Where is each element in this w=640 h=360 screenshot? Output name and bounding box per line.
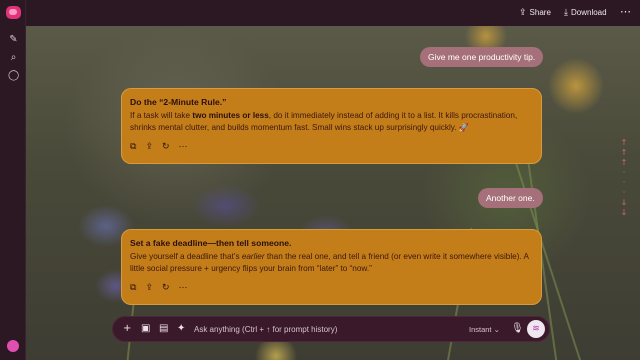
more-icon[interactable]: ⋯ <box>179 282 188 293</box>
assistant-message: Do the “2-Minute Rule.” If a task will t… <box>121 88 542 164</box>
download-button[interactable]: ⤓ Download <box>564 7 607 18</box>
more-icon[interactable]: ⋯ <box>620 5 631 18</box>
composer: + ▣ ▤ ✦ Ask anything (Ctrl + ↑ for promp… <box>112 316 550 342</box>
message-title: Do the “2-Minute Rule.” <box>130 97 227 107</box>
user-message: Give me one productivity tip. <box>420 47 544 67</box>
assistant-message: Set a fake deadline—then tell someone. G… <box>121 229 542 305</box>
message-body: If a task will take two minutes or less,… <box>130 111 518 132</box>
user-message: Another one. <box>478 188 543 208</box>
message-title: Set a fake deadline—then tell someone. <box>130 238 292 248</box>
microphone-icon[interactable]: 🎙 <box>511 323 524 334</box>
clipboard-icon[interactable]: ▤ <box>159 323 168 334</box>
regenerate-icon[interactable]: ↻ <box>162 282 170 293</box>
message-body: Give yourself a deadline that’s earlier … <box>130 252 529 273</box>
add-icon[interactable]: + <box>123 323 131 334</box>
message-actions: ⧉ ⇪ ↻ ⋯ <box>130 282 533 293</box>
voice-mode-button[interactable]: ≋ <box>527 320 545 338</box>
left-sidebar: ✎ ⌕ ◯ <box>0 0 26 360</box>
image-icon[interactable]: ▣ <box>141 323 150 334</box>
copy-icon[interactable]: ⧉ <box>130 282 136 293</box>
copy-icon[interactable]: ⧉ <box>130 141 136 152</box>
regenerate-icon[interactable]: ↻ <box>162 141 170 152</box>
background-image <box>26 26 640 360</box>
new-chat-icon[interactable]: ✎ <box>8 34 19 45</box>
mode-select[interactable]: Instant ⌄ <box>469 325 500 334</box>
download-icon: ⤓ <box>564 7 568 17</box>
top-bar: ⇪ Share ⤓ Download ⋯ <box>26 0 640 26</box>
app-logo[interactable] <box>6 6 21 19</box>
prompt-input[interactable]: Ask anything (Ctrl + ↑ for prompt histor… <box>194 325 337 334</box>
message-actions: ⧉ ⇪ ↻ ⋯ <box>130 141 533 152</box>
share-icon[interactable]: ⇪ <box>145 282 153 293</box>
sparkle-icon[interactable]: ✦ <box>177 323 185 334</box>
share-button[interactable]: ⇪ Share <box>519 7 551 18</box>
share-icon[interactable]: ⇪ <box>145 141 153 152</box>
scroll-indicator[interactable]: ↑ ↑ ↑ · · · ↓ ↓ <box>619 138 629 224</box>
chat-bubble-icon[interactable]: ◯ <box>8 70 19 81</box>
more-icon[interactable]: ⋯ <box>179 141 188 152</box>
search-icon[interactable]: ⌕ <box>8 52 19 63</box>
share-icon: ⇪ <box>519 7 527 17</box>
avatar[interactable] <box>7 340 19 352</box>
